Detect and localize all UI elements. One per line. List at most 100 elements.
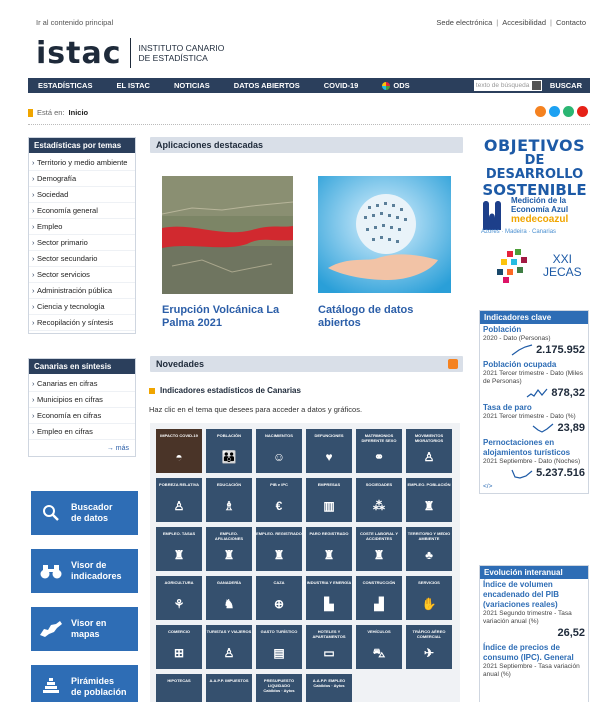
app-volcan-title[interactable]: Erupción Volcánica La Palma 2021 bbox=[162, 304, 279, 330]
grid-cell-aapp-empleo[interactable]: A.A.P.P. EMPLEO Cabildos · Aytos bbox=[306, 674, 352, 702]
tema-item[interactable]: Empleo bbox=[29, 219, 135, 235]
rss-icon[interactable] bbox=[535, 106, 546, 117]
sintesis-item[interactable]: Canarias en cifras bbox=[29, 376, 135, 392]
grid-cell-empresas[interactable]: EMPRESAS ▥ bbox=[306, 478, 352, 522]
clave-pernoctaciones[interactable]: Pernoctaciones en alojamientos turístico… bbox=[480, 437, 588, 482]
visor-indicadores-tile[interactable]: Visor de indicadores bbox=[31, 549, 138, 593]
indicator-name[interactable]: Tasa de paro bbox=[483, 403, 585, 413]
mas-link[interactable]: → más bbox=[29, 442, 135, 456]
grid-cell-agricultura[interactable]: AGRICULTURA ⚘ bbox=[156, 576, 202, 620]
sede-link[interactable]: Sede electrónica bbox=[436, 18, 492, 27]
nav-covid[interactable]: COVID-19 bbox=[312, 81, 371, 90]
contacto-link[interactable]: Contacto bbox=[556, 18, 586, 27]
person-icon: ♙ bbox=[423, 450, 435, 464]
grid-cell-construccion[interactable]: CONSTRUCCIÓN ▟ bbox=[356, 576, 402, 620]
grid-cell-presupuesto[interactable]: PRESUPUESTO LIQUIDADO Cabildos · Aytos bbox=[256, 674, 302, 702]
nav-ods[interactable]: ODS bbox=[370, 81, 421, 90]
tema-item[interactable]: Sector secundario bbox=[29, 251, 135, 267]
grid-cell-educacion[interactable]: EDUCACIÓN ♗ bbox=[206, 478, 252, 522]
indicator-name[interactable]: Población ocupada bbox=[483, 360, 585, 370]
mask-icon: ◓ bbox=[175, 450, 183, 464]
app-catalogo-title[interactable]: Catálogo de datos abiertos bbox=[318, 304, 413, 330]
search-button[interactable]: BUSCAR bbox=[542, 81, 590, 90]
grid-cell-hipotecas[interactable]: HIPOTECAS bbox=[156, 674, 202, 702]
tema-item[interactable]: Demografía bbox=[29, 171, 135, 187]
tema-item[interactable]: Sociedad bbox=[29, 187, 135, 203]
skip-link[interactable]: Ir al contenido principal bbox=[36, 18, 113, 27]
evol-pib[interactable]: Índice de volumen encadenado del PIB (va… bbox=[480, 579, 588, 642]
istac-logo[interactable]: istac INSTITUTO CANARIO DE ESTADÍSTICA bbox=[36, 34, 224, 72]
temas-panel: Estadísticas por temas Territorio y medi… bbox=[28, 137, 136, 334]
grid-cell-matrimonios[interactable]: MATRIMONIOS DIFERENTE SEXO ⚭ bbox=[356, 429, 402, 473]
tema-item[interactable]: Ciencia y tecnología bbox=[29, 299, 135, 315]
visor-mapas-tile[interactable]: Visor en mapas bbox=[31, 607, 138, 651]
open-data-image[interactable] bbox=[318, 176, 451, 293]
accesibilidad-link[interactable]: Accesibilidad bbox=[502, 18, 546, 27]
keyboard-icon[interactable] bbox=[531, 81, 541, 90]
embed-link[interactable]: </> bbox=[480, 482, 588, 493]
receipt-icon: ▤ bbox=[273, 646, 285, 660]
twitter-icon[interactable] bbox=[549, 106, 560, 117]
indicator-name[interactable]: Índice de precios de consumo (IPC). Gene… bbox=[483, 643, 585, 663]
grid-cell-trafico-aereo[interactable]: TRÁFICO AÉREO COMERCIAL ✈ bbox=[406, 625, 452, 669]
sintesis-item[interactable]: Economía en cifras bbox=[29, 408, 135, 424]
ods-banner[interactable]: OBJETIVOS DE DESARROLLO SOSTENIBLE bbox=[481, 137, 588, 199]
tema-item[interactable]: Sector servicios bbox=[29, 267, 135, 283]
jecas-banner[interactable]: XXI JECAS bbox=[493, 247, 583, 287]
clave-paro[interactable]: Tasa de paro 2021 Tercer trimestre - Dat… bbox=[480, 402, 588, 437]
logo-subtitle-line1: INSTITUTO CANARIO bbox=[138, 43, 225, 53]
sintesis-item[interactable]: Empleo en cifras bbox=[29, 424, 135, 440]
grid-cell-aapp-impuestos[interactable]: A.A.P.P. IMPUESTOS bbox=[206, 674, 252, 702]
indicator-name[interactable]: Índice de volumen encadenado del PIB (va… bbox=[483, 580, 585, 610]
nav-estadisticas[interactable]: ESTADÍSTICAS bbox=[28, 81, 104, 90]
nav-datos-abiertos[interactable]: DATOS ABIERTOS bbox=[222, 81, 312, 90]
grid-cell-sociedades[interactable]: SOCIEDADES ⁂ bbox=[356, 478, 402, 522]
grid-cell-covid[interactable]: IMPACTO COVID-19 ◓ bbox=[156, 429, 202, 473]
grid-cell-coste-laboral[interactable]: COSTE LABORAL Y ACCIDENTES ♜ bbox=[356, 527, 402, 571]
trend-sparkline bbox=[526, 388, 548, 398]
share-icon[interactable] bbox=[563, 106, 574, 117]
buscador-tile[interactable]: Buscador de datos bbox=[31, 491, 138, 535]
grid-cell-pobreza[interactable]: POBREZA RELATIVA ♙ bbox=[156, 478, 202, 522]
nav-noticias[interactable]: NOTICIAS bbox=[162, 81, 222, 90]
novedades-rss-icon[interactable] bbox=[448, 359, 458, 369]
grid-cell-hoteles[interactable]: HOTELES Y APARTAMENTOS ▭ bbox=[306, 625, 352, 669]
clave-poblacion[interactable]: Población 2020 - Dato (Personas) 2.175.9… bbox=[480, 324, 588, 359]
nav-el-istac[interactable]: EL ISTAC bbox=[104, 81, 161, 90]
grid-cell-empleo-registrado[interactable]: EMPLEO. REGISTRADO ♜ bbox=[256, 527, 302, 571]
search-input[interactable]: texto de búsqueda bbox=[473, 80, 542, 91]
breadcrumb-inicio[interactable]: Inicio bbox=[69, 108, 89, 117]
indicator-name[interactable]: Población bbox=[483, 325, 585, 335]
clave-ocupada[interactable]: Población ocupada 2021 Tercer trimestre … bbox=[480, 359, 588, 402]
tema-item[interactable]: Administración pública bbox=[29, 283, 135, 299]
piramides-tile[interactable]: Pirámides de población bbox=[31, 665, 138, 702]
grid-cell-comercio[interactable]: COMERCIO ⊞ bbox=[156, 625, 202, 669]
volcano-map-image[interactable] bbox=[162, 176, 293, 294]
grid-cell-paro[interactable]: PARO REGISTRADO ♜ bbox=[306, 527, 352, 571]
grid-cell-servicios[interactable]: SERVICIOS ✋ bbox=[406, 576, 452, 620]
tema-item[interactable]: Recopilación y síntesis bbox=[29, 315, 135, 331]
indicator-name[interactable]: Pernoctaciones en alojamientos turístico… bbox=[483, 438, 585, 458]
grid-cell-pib[interactable]: PIB e IPC € bbox=[256, 478, 302, 522]
grid-cell-migraciones[interactable]: MOVIMIENTOS MIGRATORIOS ♙ bbox=[406, 429, 452, 473]
tema-item[interactable]: Sector primario bbox=[29, 235, 135, 251]
youtube-icon[interactable] bbox=[577, 106, 588, 117]
grid-cell-empleo-tasas[interactable]: EMPLEO. TASAS ♜ bbox=[156, 527, 202, 571]
sintesis-item[interactable]: Municipios en cifras bbox=[29, 392, 135, 408]
grid-cell-defunciones[interactable]: DEFUNCIONES ♥ bbox=[306, 429, 352, 473]
grid-cell-industria[interactable]: INDUSTRIA Y ENERGÍA ▙ bbox=[306, 576, 352, 620]
grid-cell-ganaderia[interactable]: GANADERÍA ♞ bbox=[206, 576, 252, 620]
grid-cell-caza[interactable]: CAZA ⊕ bbox=[256, 576, 302, 620]
grid-cell-vehiculos[interactable]: VEHÍCULOS ⛍ bbox=[356, 625, 402, 669]
tema-item[interactable]: Economía general bbox=[29, 203, 135, 219]
tema-item[interactable]: Territorio y medio ambiente bbox=[29, 155, 135, 171]
economia-azul-banner[interactable]: Medición de la Economía Azul medecoazul … bbox=[481, 196, 588, 238]
grid-cell-empleo-poblacion[interactable]: EMPLEO. POBLACIÓN ♜ bbox=[406, 478, 452, 522]
grid-cell-poblacion[interactable]: POBLACIÓN 👪 bbox=[206, 429, 252, 473]
grid-cell-nacimientos[interactable]: NACIMIENTOS ☺ bbox=[256, 429, 302, 473]
grid-cell-gasto-turistico[interactable]: GASTO TURÍSTICO ▤ bbox=[256, 625, 302, 669]
grid-cell-empleo-afiliaciones[interactable]: EMPLEO. AFILIACIONES ♜ bbox=[206, 527, 252, 571]
grid-cell-territorio[interactable]: TERRITORIO Y MEDIO AMBIENTE ♣ bbox=[406, 527, 452, 571]
evol-ipc[interactable]: Índice de precios de consumo (IPC). Gene… bbox=[480, 642, 588, 681]
grid-cell-turistas[interactable]: TURISTAS Y VIAJEROS ♙ bbox=[206, 625, 252, 669]
